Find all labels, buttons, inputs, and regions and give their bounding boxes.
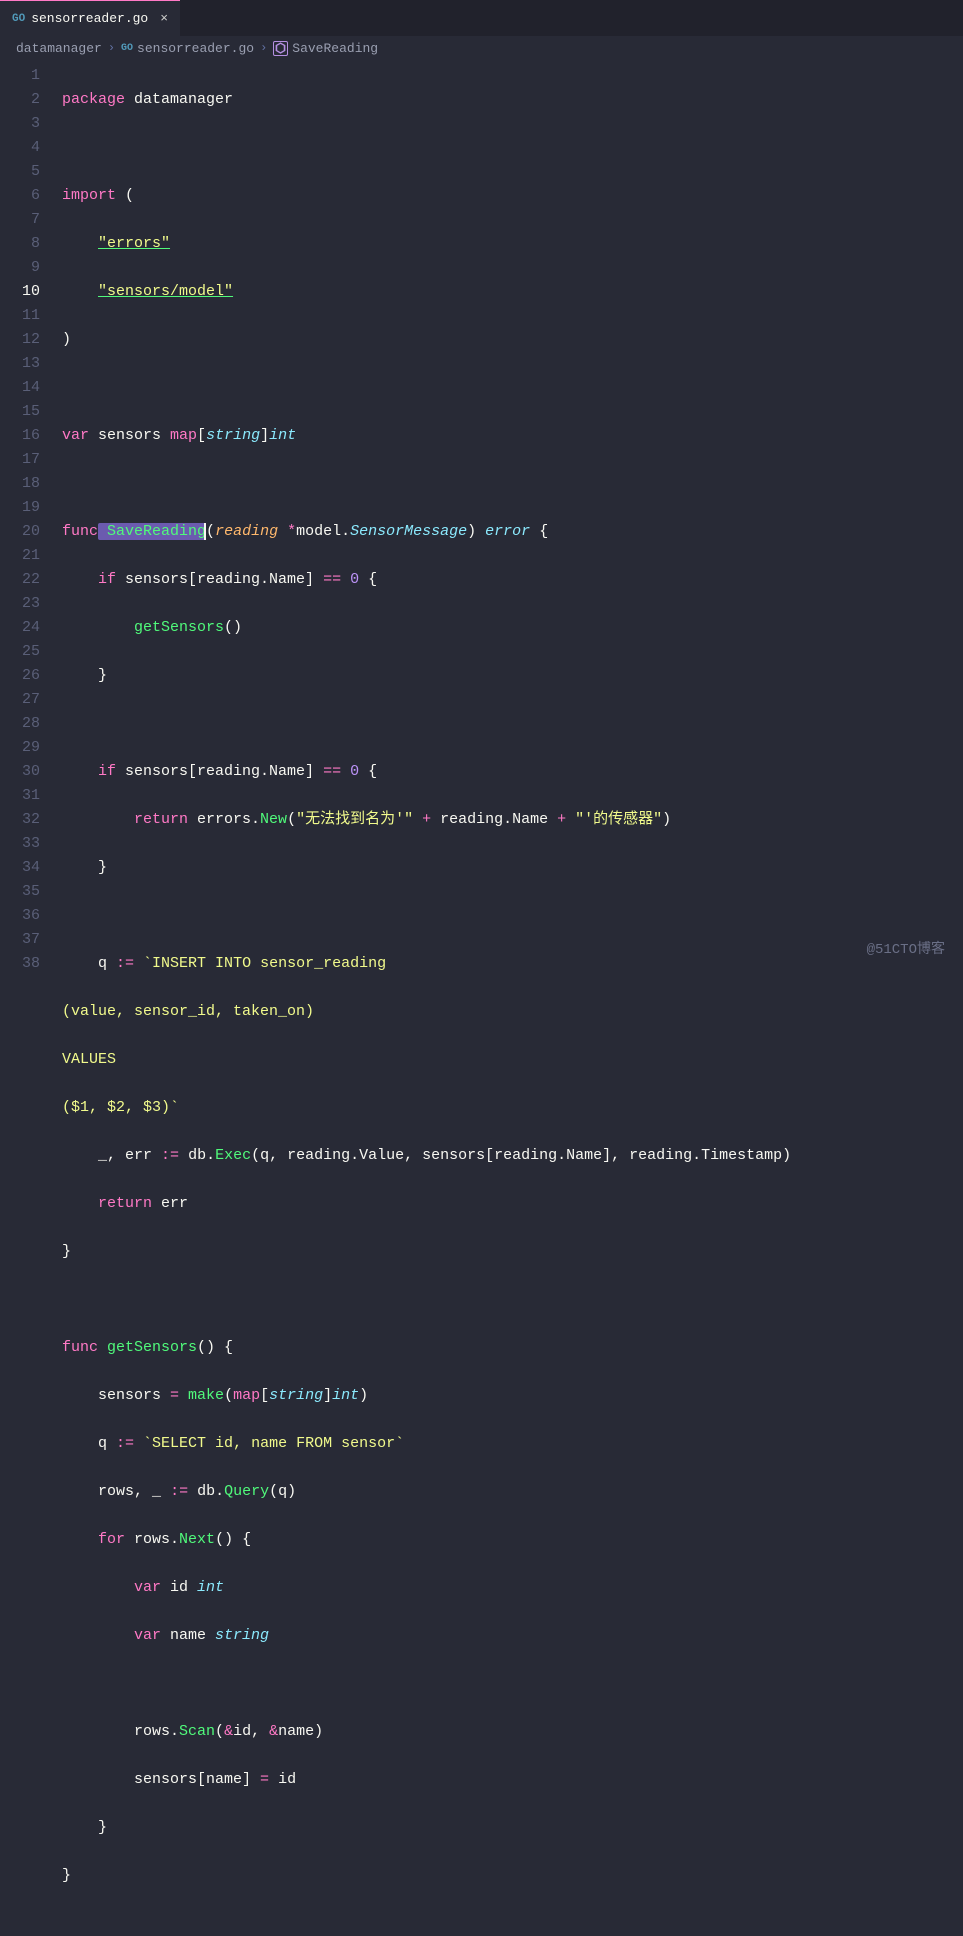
line-number: 20	[0, 520, 40, 544]
line-number: 15	[0, 400, 40, 424]
line-number: 17	[0, 448, 40, 472]
go-file-icon: GO	[121, 43, 133, 54]
line-number: 25	[0, 640, 40, 664]
line-number: 8	[0, 232, 40, 256]
line-number: 26	[0, 664, 40, 688]
chevron-right-icon: ›	[260, 41, 267, 55]
line-number: 27	[0, 688, 40, 712]
line-number: 3	[0, 112, 40, 136]
line-number: 12	[0, 328, 40, 352]
line-number: 38	[0, 952, 40, 976]
line-number: 5	[0, 160, 40, 184]
line-number: 6	[0, 184, 40, 208]
chevron-right-icon: ›	[108, 41, 115, 55]
line-number: 37	[0, 928, 40, 952]
breadcrumb-symbol[interactable]: SaveReading	[292, 41, 378, 56]
line-number: 33	[0, 832, 40, 856]
line-number-gutter: 1234567891011121314151617181920212223242…	[0, 60, 62, 972]
line-number: 32	[0, 808, 40, 832]
line-number: 18	[0, 472, 40, 496]
code-area[interactable]: package datamanager import ( "errors" "s…	[62, 60, 963, 972]
editor-tab[interactable]: GO sensorreader.go ×	[0, 0, 180, 36]
line-number: 1	[0, 64, 40, 88]
line-number: 30	[0, 760, 40, 784]
line-number: 28	[0, 712, 40, 736]
line-number: 21	[0, 544, 40, 568]
line-number: 24	[0, 616, 40, 640]
line-number: 2	[0, 88, 40, 112]
tab-filename: sensorreader.go	[31, 11, 148, 26]
line-number: 19	[0, 496, 40, 520]
line-number: 31	[0, 784, 40, 808]
line-number: 4	[0, 136, 40, 160]
tab-bar: GO sensorreader.go ×	[0, 0, 963, 36]
line-number: 10	[0, 280, 40, 304]
line-number: 9	[0, 256, 40, 280]
watermark: @51CTO博客	[867, 938, 945, 958]
close-icon[interactable]: ×	[158, 11, 170, 26]
breadcrumb-file[interactable]: sensorreader.go	[137, 41, 254, 56]
line-number: 14	[0, 376, 40, 400]
code-editor[interactable]: 1234567891011121314151617181920212223242…	[0, 60, 963, 972]
go-file-icon: GO	[12, 13, 25, 25]
line-number: 22	[0, 568, 40, 592]
line-number: 34	[0, 856, 40, 880]
line-number: 36	[0, 904, 40, 928]
line-number: 11	[0, 304, 40, 328]
line-number: 23	[0, 592, 40, 616]
line-number: 29	[0, 736, 40, 760]
symbol-method-icon	[273, 41, 288, 56]
breadcrumb[interactable]: datamanager › GO sensorreader.go › SaveR…	[0, 36, 963, 60]
line-number: 16	[0, 424, 40, 448]
line-number: 7	[0, 208, 40, 232]
line-number: 13	[0, 352, 40, 376]
line-number: 35	[0, 880, 40, 904]
breadcrumb-folder[interactable]: datamanager	[16, 41, 102, 56]
